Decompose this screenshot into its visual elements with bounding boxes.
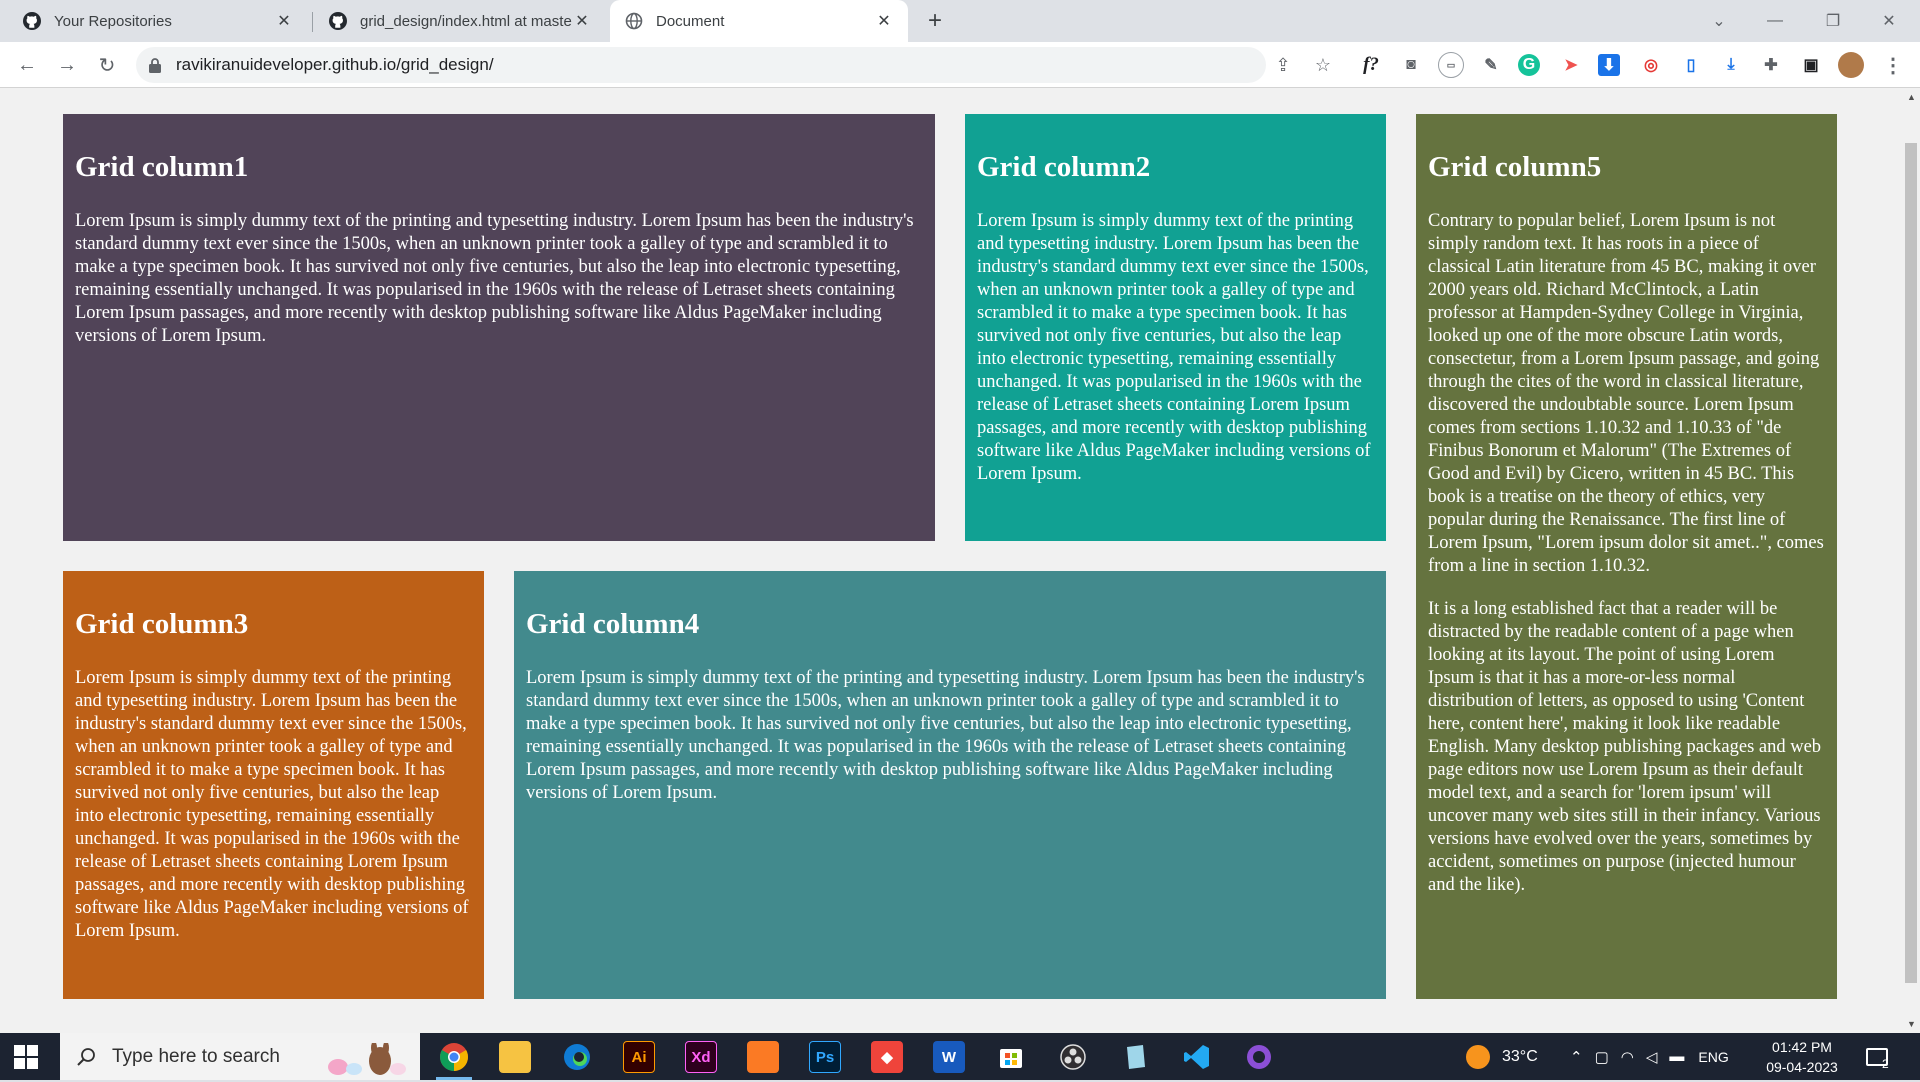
xampp-icon[interactable] [747, 1041, 779, 1073]
restore-button[interactable]: ❐ [1810, 0, 1856, 42]
meet-now-icon[interactable]: ▢ [1595, 1048, 1609, 1066]
browser-toolbar: ← → ↻ ravikiranuideveloper.github.io/gri… [0, 42, 1920, 88]
tab-document[interactable]: Document ✕ [610, 0, 908, 42]
grid-column-1: Grid column1 Lorem Ipsum is simply dummy… [63, 114, 935, 541]
taskbar-clock[interactable]: 01:42 PM 09-04-2023 [1762, 1037, 1842, 1077]
tray-chevron-icon[interactable]: ⌃ [1570, 1048, 1583, 1066]
grid-column-4: Grid column4 Lorem Ipsum is simply dummy… [514, 571, 1386, 999]
github-desktop-icon[interactable] [1243, 1041, 1275, 1073]
address-bar[interactable]: ravikiranuideveloper.github.io/grid_desi… [136, 47, 1266, 83]
battery-icon[interactable]: ▬ [1669, 1048, 1684, 1065]
anydesk-icon[interactable]: ◆ [871, 1041, 903, 1073]
back-button[interactable]: ← [12, 50, 42, 80]
close-window-button[interactable]: ✕ [1866, 0, 1912, 42]
windows-start-icon[interactable] [14, 1045, 38, 1069]
clock-date: 09-04-2023 [1766, 1059, 1838, 1075]
grid-column-heading: Grid column2 [977, 151, 1151, 183]
weather-temperature: 33°C [1502, 1047, 1538, 1065]
tab-title: grid_design/index.html at master [360, 12, 572, 30]
scroll-up-arrow-icon[interactable]: ▲ [1907, 92, 1916, 102]
grid-column-paragraph: Lorem Ipsum is simply dummy text of the … [75, 210, 914, 346]
obs-icon[interactable] [1057, 1041, 1089, 1073]
notepad-icon[interactable] [1119, 1041, 1151, 1073]
page-scrollbar[interactable]: ▲ ▼ [1902, 88, 1920, 1033]
illustrator-icon[interactable]: Ai [623, 1041, 655, 1073]
scroll-down-arrow-icon[interactable]: ▼ [1907, 1019, 1916, 1029]
system-tray-icons[interactable]: ⌃ ▢ ◠ ◁ ▬ ENG [1570, 1033, 1729, 1080]
word-icon[interactable]: W [933, 1041, 965, 1073]
windows-taskbar: Type here to search Ai Xd Ps ◆ W 33°C ⌃ … [0, 1033, 1920, 1080]
github-icon [22, 11, 42, 31]
grid-column-heading: Grid column3 [75, 608, 249, 640]
tab-your-repositories[interactable]: Your Repositories ✕ [8, 0, 308, 42]
scrollbar-thumb[interactable] [1905, 143, 1917, 983]
fx-extension-icon[interactable]: f? [1358, 52, 1384, 78]
grid-column-paragraph: It is a long established fact that a rea… [1428, 598, 1822, 895]
reload-button[interactable]: ↻ [92, 50, 122, 80]
grid-column-3: Grid column3 Lorem Ipsum is simply dummy… [63, 571, 484, 999]
document-extension-icon[interactable]: ▯ [1678, 52, 1704, 78]
store-icon[interactable] [995, 1041, 1027, 1073]
minimize-button[interactable]: — [1752, 0, 1798, 42]
tab-title: Your Repositories [54, 12, 172, 30]
downloads-icon[interactable]: ⤓ [1718, 52, 1744, 78]
clock-time: 01:42 PM [1772, 1039, 1832, 1055]
eyedropper-extension-icon[interactable]: ✎ [1478, 52, 1504, 78]
grid-column-heading: Grid column4 [526, 608, 700, 640]
download-extension-icon[interactable]: ⬇ [1598, 54, 1620, 76]
new-tab-button[interactable]: + [922, 7, 948, 34]
sun-icon [1466, 1044, 1490, 1069]
network-icon[interactable]: ◠ [1621, 1048, 1634, 1066]
language-indicator[interactable]: ENG [1698, 1049, 1728, 1065]
close-icon[interactable]: ✕ [274, 11, 294, 31]
grid-column-paragraph: Lorem Ipsum is simply dummy text of the … [526, 667, 1365, 803]
file-explorer-icon[interactable] [499, 1041, 531, 1073]
grid-column-heading: Grid column5 [1428, 151, 1602, 183]
url-text: ravikiranuideveloper.github.io/grid_desi… [176, 55, 494, 74]
tab-search-chevron-icon[interactable]: ⌄ [1696, 0, 1742, 42]
grid-column-paragraph: Contrary to popular belief, Lorem Ipsum … [1428, 210, 1824, 576]
chrome-icon[interactable] [438, 1041, 470, 1073]
vscode-icon[interactable] [1181, 1041, 1213, 1073]
grid-column-paragraph: Lorem Ipsum is simply dummy text of the … [977, 210, 1371, 484]
tab-divider [312, 12, 313, 32]
red-extension-icon[interactable]: ➤ [1558, 52, 1584, 78]
easter-eggs-icon [322, 1041, 412, 1082]
grid-column-5: Grid column5 Contrary to popular belief,… [1416, 114, 1837, 999]
notification-center-icon[interactable]: 2 [1866, 1033, 1889, 1080]
tab-grid-design-index[interactable]: grid_design/index.html at master ✕ [314, 0, 606, 42]
extensions-puzzle-icon[interactable]: ✚ [1758, 52, 1784, 78]
edge-icon[interactable] [561, 1041, 593, 1073]
search-placeholder: Type here to search [112, 1045, 280, 1067]
taskbar-search-box[interactable]: Type here to search [60, 1033, 420, 1080]
camera-extension-icon[interactable]: ◙ [1398, 52, 1424, 78]
grid-column-paragraph: Lorem Ipsum is simply dummy text of the … [75, 667, 469, 941]
ext-badge-icon[interactable]: ▭ [1438, 52, 1464, 78]
lock-icon [148, 57, 164, 73]
grammarly-extension-icon[interactable]: G [1518, 54, 1540, 76]
kebab-menu-icon[interactable]: ⋮ [1880, 52, 1906, 78]
weather-widget[interactable]: 33°C [1466, 1033, 1538, 1080]
volume-icon[interactable]: ◁ [1646, 1048, 1658, 1066]
photoshop-icon[interactable]: Ps [809, 1041, 841, 1073]
close-icon[interactable]: ✕ [572, 11, 592, 31]
tab-strip: Your Repositories ✕ grid_design/index.ht… [0, 0, 1920, 42]
share-icon[interactable]: ⇪ [1268, 50, 1298, 80]
close-icon[interactable]: ✕ [874, 11, 894, 31]
xd-icon[interactable]: Xd [685, 1041, 717, 1073]
tab-title: Document [656, 12, 725, 30]
screen-capture-extension-icon[interactable]: ◎ [1638, 52, 1664, 78]
grid-column-2: Grid column2 Lorem Ipsum is simply dummy… [965, 114, 1386, 541]
globe-icon [624, 11, 644, 31]
bookmark-star-icon[interactable]: ☆ [1308, 50, 1338, 80]
profile-avatar[interactable] [1838, 52, 1864, 78]
github-icon [328, 11, 348, 31]
page-viewport: Grid column1 Lorem Ipsum is simply dummy… [0, 88, 1902, 1033]
grid-column-heading: Grid column1 [75, 151, 249, 183]
search-icon [76, 1046, 98, 1068]
side-panel-icon[interactable]: ▣ [1798, 52, 1824, 78]
forward-button[interactable]: → [52, 50, 82, 80]
